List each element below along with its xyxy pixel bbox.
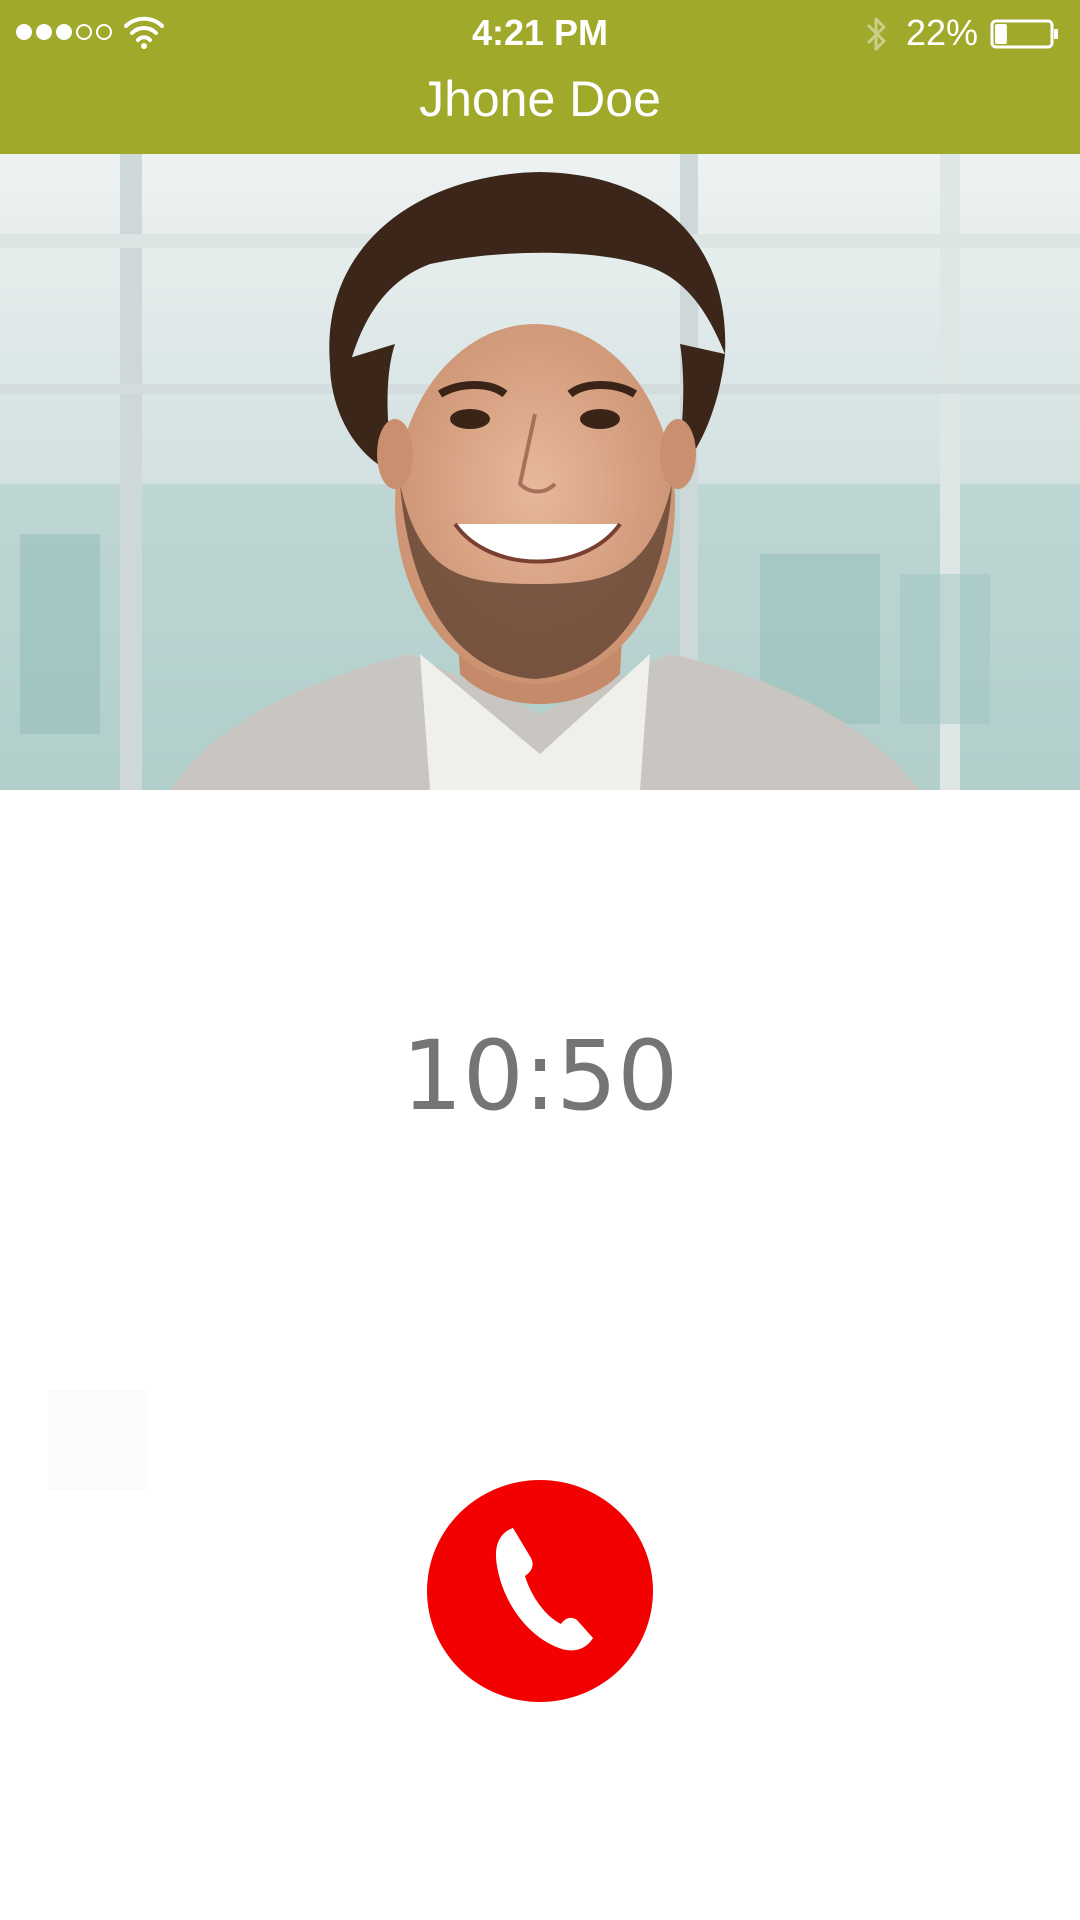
- battery-icon: [990, 19, 1058, 49]
- battery-percent: 22%: [906, 12, 979, 53]
- placeholder-box: [48, 1390, 148, 1490]
- contact-photo: [0, 154, 1080, 790]
- bluetooth-icon: [866, 17, 886, 51]
- app-header: 4:21 PM 22% Jhone Doe: [0, 0, 1080, 154]
- end-call-button[interactable]: [427, 1480, 653, 1702]
- call-duration: 10:50: [401, 1020, 679, 1132]
- phone-hangup-icon: [495, 1528, 593, 1651]
- status-bar: 4:21 PM 22%: [0, 0, 1080, 64]
- contact-name: Jhone Doe: [419, 71, 661, 127]
